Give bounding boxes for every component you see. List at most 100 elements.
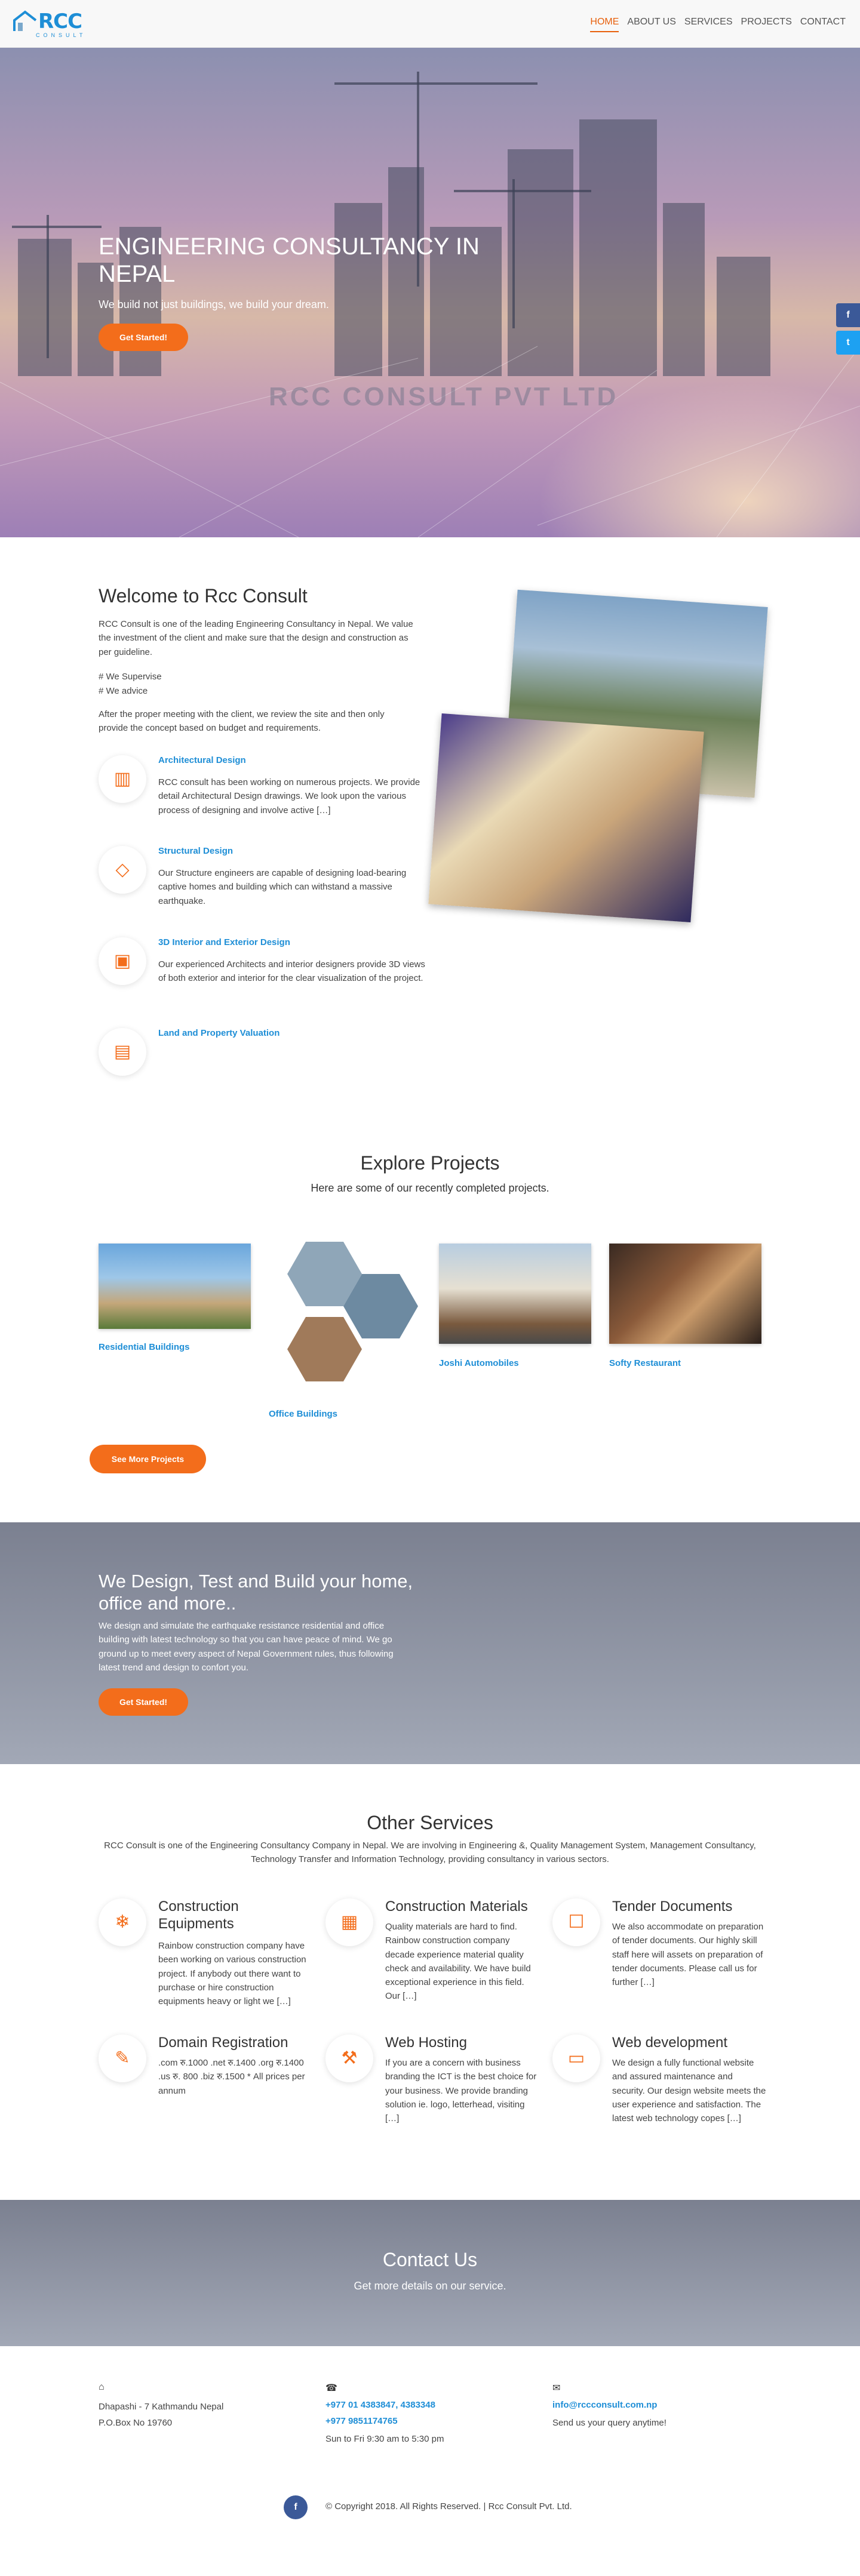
architecture-icon: ▥ [99, 755, 146, 803]
service-title[interactable]: Tender Documents [612, 1898, 767, 1916]
nav-home[interactable]: HOME [590, 17, 619, 32]
footer-hours: Sun to Fri 9:30 am to 5:30 pm [325, 2434, 444, 2444]
materials-icon: ▦ [325, 1898, 373, 1946]
footer-address-line2: P.O.Box No 19760 [99, 2418, 173, 2428]
hero-skyline-illustration [0, 72, 860, 537]
money-icon: ▤ [99, 1028, 146, 1076]
design-get-started-button[interactable]: Get Started! [99, 1688, 188, 1716]
other-services-subtitle: RCC Consult is one of the Engineering Co… [104, 1841, 756, 1865]
contact-subtitle: Get more details on our service. [354, 2280, 506, 2292]
footer-email-note: Send us your query anytime! [552, 2418, 666, 2428]
service-title[interactable]: Web Hosting [385, 2035, 540, 2052]
service-land-valuation[interactable]: ▤ Land and Property Valuation [99, 1028, 433, 1082]
service-construction-materials[interactable]: ▦ Construction Materials Quality materia… [325, 1898, 546, 2024]
hero-title: ENGINEERING CONSULTANCY IN NEPAL [99, 233, 480, 287]
service-title[interactable]: Land and Property Valuation [158, 1028, 280, 1038]
service-structural-design[interactable]: ◇ Structural Design Our Structure engine… [99, 846, 433, 930]
logo-house-icon [13, 10, 37, 31]
footer-facebook-icon[interactable]: f [284, 2495, 308, 2519]
service-title[interactable]: Architectural Design [158, 755, 246, 765]
footer-phone-mobile[interactable]: +977 9851174765 [325, 2416, 398, 2426]
project-joshi-image[interactable] [439, 1244, 591, 1344]
project-residential-image[interactable] [99, 1244, 251, 1329]
project-office-link[interactable]: Office Buildings [269, 1409, 337, 1419]
welcome-point-advice: # We advice [99, 686, 148, 696]
logo-subtext: CONSULT [36, 32, 87, 38]
service-web-development[interactable]: ▭ Web development We design a fully func… [552, 2035, 773, 2142]
document-icon: ☐ [552, 1898, 600, 1946]
project-office-image[interactable] [269, 1242, 418, 1397]
design-text: We design and simulate the earthquake re… [99, 1621, 394, 1673]
service-text: RCC consult has been working on numerous… [158, 777, 420, 815]
design-banner-section: We Design, Test and Build your home, off… [0, 1522, 860, 1764]
design-title: We Design, Test and Build your home, off… [99, 1571, 413, 1614]
footer-email[interactable]: info@rccconsult.com.np [552, 2400, 657, 2410]
service-construction-equipments[interactable]: ❄ Construction Equipments Rainbow constr… [99, 1898, 320, 2024]
hero-section: ENGINEERING CONSULTANCY IN NEPAL We buil… [0, 48, 860, 537]
nav-services[interactable]: SERVICES [684, 17, 733, 32]
hero-watermark: RCC CONSULT PVT LTD [269, 382, 619, 411]
project-joshi-link[interactable]: Joshi Automobiles [439, 1358, 519, 1368]
wrench-icon: ⚒ [325, 2035, 373, 2082]
service-title[interactable]: Structural Design [158, 846, 233, 856]
footer-copyright: © Copyright 2018. All Rights Reserved. |… [325, 2501, 572, 2512]
service-tender-documents[interactable]: ☐ Tender Documents We also accommodate o… [552, 1898, 773, 2024]
service-title[interactable]: 3D Interior and Exterior Design [158, 937, 290, 947]
service-title[interactable]: Construction Equipments [158, 1898, 314, 1933]
home-icon: ⌂ [99, 2382, 105, 2392]
nav-contact[interactable]: CONTACT [800, 17, 846, 32]
service-architectural-design[interactable]: ▥ Architectural Design RCC consult has b… [99, 755, 433, 839]
pencil-icon: ✎ [99, 2035, 146, 2082]
service-3d-design[interactable]: ▣ 3D Interior and Exterior Design Our ex… [99, 937, 433, 1021]
interior-photo [428, 713, 704, 922]
service-text: Our experienced Architects and interior … [158, 959, 425, 984]
footer-address-line1: Dhapashi - 7 Kathmandu Nepal [99, 2402, 224, 2412]
project-softy-link[interactable]: Softy Restaurant [609, 1358, 681, 1368]
hero-subtitle: We build not just buildings, we build yo… [99, 298, 329, 310]
service-text: We also accommodate on preparation of te… [612, 1922, 764, 1987]
envelope-icon: ✉ [552, 2383, 561, 2393]
contact-banner-section: Contact Us Get more details on our servi… [0, 2200, 860, 2346]
service-web-hosting[interactable]: ⚒ Web Hosting If you are a concern with … [325, 2035, 546, 2130]
other-services-title: Other Services [367, 1812, 493, 1833]
footer-phone-primary[interactable]: +977 01 4383847, 4383348 [325, 2400, 435, 2410]
hero-get-started-button[interactable]: Get Started! [99, 324, 188, 351]
service-text: Quality materials are hard to find. Rain… [385, 1922, 531, 2002]
projects-section: Explore Projects Here are some of our re… [0, 1098, 860, 1522]
site-header: RCC CONSULT HOME ABOUT US SERVICES PROJE… [0, 0, 860, 48]
service-title[interactable]: Web development [612, 2035, 767, 2052]
nav-about[interactable]: ABOUT US [627, 17, 676, 32]
facebook-share-icon[interactable]: f [836, 303, 860, 327]
welcome-section: Welcome to Rcc Consult RCC Consult is on… [0, 537, 860, 1098]
see-more-projects-button[interactable]: See More Projects [90, 1445, 206, 1473]
cube-icon: ▣ [99, 937, 146, 985]
project-residential-link[interactable]: Residential Buildings [99, 1342, 190, 1352]
service-text: Our Structure engineers are capable of d… [158, 868, 407, 906]
welcome-after-text: After the proper meeting with the client… [99, 709, 385, 734]
welcome-intro: RCC Consult is one of the leading Engine… [99, 619, 413, 657]
service-domain-registration[interactable]: ✎ Domain Registration .com रु.1000 .net … [99, 2035, 320, 2130]
welcome-title: Welcome to Rcc Consult [99, 585, 308, 607]
diamond-icon: ◇ [99, 846, 146, 894]
contact-title: Contact Us [382, 2249, 478, 2270]
twitter-share-icon[interactable]: t [836, 331, 860, 355]
projects-subtitle: Here are some of our recently completed … [311, 1182, 549, 1194]
main-nav: HOME ABOUT US SERVICES PROJECTS CONTACT [590, 17, 846, 32]
other-services-section: Other Services RCC Consult is one of the… [0, 1764, 860, 2200]
nav-projects[interactable]: PROJECTS [741, 17, 792, 32]
service-text: Rainbow construction company have been w… [158, 1941, 306, 2006]
service-text: We design a fully functional website and… [612, 2058, 766, 2123]
projects-title: Explore Projects [360, 1152, 500, 1174]
logo-text: RCC [38, 10, 82, 33]
laptop-icon: ▭ [552, 2035, 600, 2082]
welcome-point-supervise: # We Supervise [99, 672, 162, 682]
snowflake-icon: ❄ [99, 1898, 146, 1946]
service-title[interactable]: Construction Materials [385, 1898, 540, 1916]
project-softy-image[interactable] [609, 1244, 761, 1344]
service-text: If you are a concern with business brand… [385, 2058, 537, 2123]
phone-icon: ☎ [325, 2383, 337, 2393]
site-footer: ⌂ Dhapashi - 7 Kathmandu Nepal P.O.Box N… [0, 2346, 860, 2576]
logo[interactable]: RCC CONSULT [12, 8, 84, 39]
service-text: .com रु.1000 .net रु.1400 .org रु.1400 .… [158, 2058, 305, 2096]
service-title[interactable]: Domain Registration [158, 2035, 314, 2052]
